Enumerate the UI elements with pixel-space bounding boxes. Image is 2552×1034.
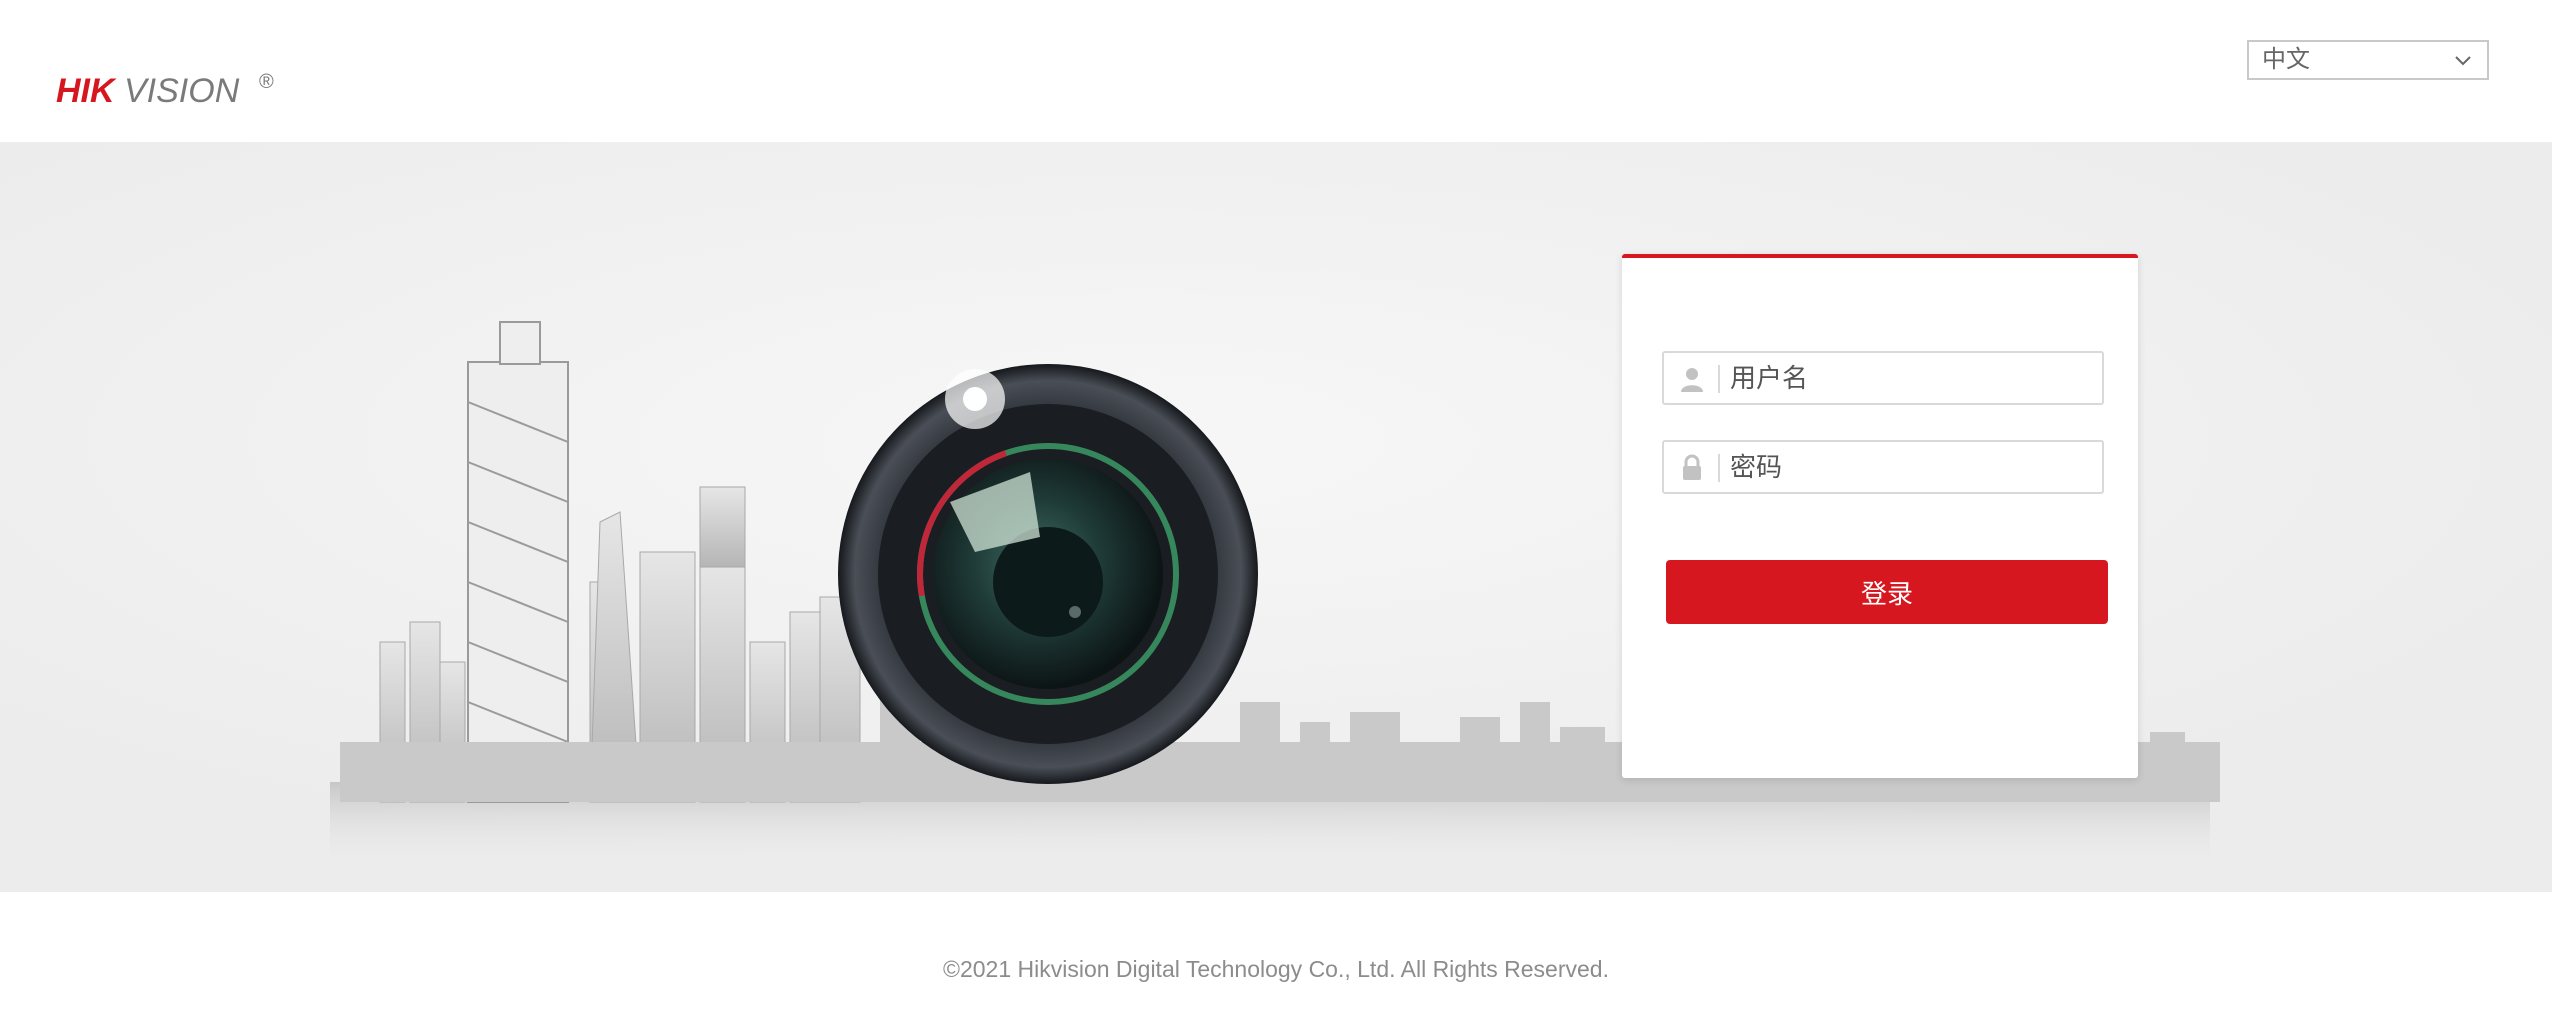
city-camera-illustration — [0, 142, 2552, 892]
language-select-value: 中文 — [2262, 46, 2310, 73]
chevron-down-icon — [2455, 56, 2471, 66]
hikvision-logo: HIK VISION ® — [56, 71, 274, 110]
hero-banner: 登录 — [0, 142, 2552, 892]
header: HIK VISION ® 中文 — [0, 0, 2552, 142]
copyright-text: ©2021 Hikvision Digital Technology Co., … — [943, 956, 1609, 982]
login-panel: 登录 — [1622, 254, 2138, 778]
username-input[interactable] — [1730, 357, 2090, 399]
user-icon — [1681, 368, 1703, 392]
footer: ©2021 Hikvision Digital Technology Co., … — [0, 892, 2552, 1034]
field-divider — [1718, 454, 1720, 482]
svg-text:VISION: VISION — [124, 72, 240, 110]
field-divider — [1718, 365, 1720, 393]
language-select[interactable]: 中文 — [2247, 40, 2489, 80]
password-field[interactable] — [1662, 440, 2104, 494]
svg-text:®: ® — [259, 71, 274, 93]
svg-text:HIK: HIK — [56, 72, 117, 110]
login-button[interactable]: 登录 — [1666, 560, 2108, 624]
password-input[interactable] — [1730, 446, 2090, 488]
username-field[interactable] — [1662, 351, 2104, 405]
lock-icon — [1683, 454, 1701, 480]
